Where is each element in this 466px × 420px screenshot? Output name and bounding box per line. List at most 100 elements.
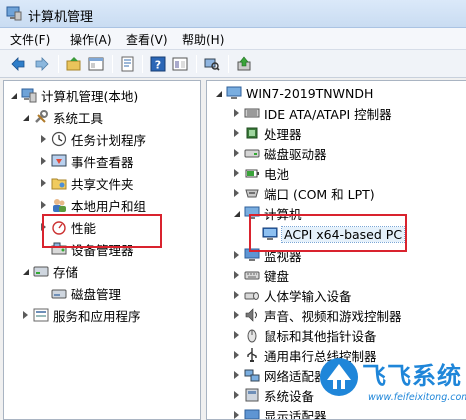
tools-icon: [33, 109, 49, 125]
storage-icon: [33, 263, 49, 279]
computer-name: WIN7-2019TNWNDH: [246, 85, 374, 101]
tree-item-label: 服务和应用程序: [53, 308, 141, 324]
tree-item-storage[interactable]: 存储: [20, 260, 78, 282]
expand-toggle[interactable]: [231, 390, 241, 400]
tree-item-label: 计算机管理(本地): [41, 88, 139, 104]
menu-bar: 文件(F) 操作(A) 查看(V) 帮助(H): [0, 28, 466, 50]
tree-item-system-tools[interactable]: 系统工具: [20, 106, 103, 128]
expand-toggle[interactable]: [231, 350, 241, 360]
device-category-hid[interactable]: 人体学输入设备: [231, 284, 352, 306]
device-category-label: 通用串行总线控制器: [264, 348, 377, 364]
forward-icon[interactable]: [32, 54, 52, 73]
up-folder-icon[interactable]: [64, 54, 84, 73]
expand-toggle[interactable]: [20, 310, 30, 320]
device-category-label: 电池: [264, 166, 290, 182]
console-tree: 计算机管理(本地) 系统工具 任务计划程序 事件查看器 共享文件夹 本地用户和组…: [3, 80, 201, 420]
tree-item-local-users-groups[interactable]: 本地用户和组: [38, 194, 146, 216]
show-tree-icon[interactable]: [86, 54, 106, 73]
expand-toggle[interactable]: [20, 266, 30, 276]
mouse-icon: [244, 327, 260, 343]
console-view-icon[interactable]: [170, 54, 190, 73]
tree-item-label: 事件查看器: [71, 154, 134, 170]
device-category-label: 磁盘驱动器: [264, 146, 327, 162]
back-icon[interactable]: [8, 54, 28, 73]
highlight-box-device-manager: [42, 214, 162, 248]
toolbar: ?: [0, 50, 466, 78]
ide-icon: [244, 105, 260, 121]
expand-toggle[interactable]: [20, 112, 30, 122]
device-category-usb[interactable]: 通用串行总线控制器: [231, 344, 377, 366]
device-category-label: 声音、视频和游戏控制器: [264, 308, 402, 324]
expand-toggle[interactable]: [231, 330, 241, 340]
device-category-mice[interactable]: 鼠标和其他指针设备: [231, 324, 377, 346]
menu-file[interactable]: 文件(F): [10, 31, 50, 48]
expand-toggle[interactable]: [231, 128, 241, 138]
menu-help[interactable]: 帮助(H): [182, 31, 224, 48]
event-viewer-icon: [51, 153, 67, 169]
device-category-label: 端口 (COM 和 LPT): [264, 186, 375, 202]
expand-toggle[interactable]: [231, 250, 241, 260]
tree-item-event-viewer[interactable]: 事件查看器: [38, 150, 134, 172]
network-icon: [244, 367, 260, 383]
tree-item-task-scheduler[interactable]: 任务计划程序: [38, 128, 146, 150]
expand-toggle[interactable]: [213, 88, 223, 98]
help-icon[interactable]: ?: [148, 54, 168, 73]
expand-toggle[interactable]: [8, 90, 18, 100]
expand-toggle[interactable]: [231, 108, 241, 118]
device-category-keyboards[interactable]: 键盘: [231, 264, 289, 286]
device-category-battery[interactable]: 电池: [231, 162, 289, 184]
device-category-label: 处理器: [264, 126, 302, 142]
computer-mgmt-icon: [21, 87, 37, 103]
expand-toggle[interactable]: [231, 370, 241, 380]
expand-toggle[interactable]: [231, 310, 241, 320]
tree-item-label: 磁盘管理: [71, 286, 122, 302]
device-category-ports[interactable]: 端口 (COM 和 LPT): [231, 182, 375, 204]
device-category-label: 系统设备: [264, 388, 315, 404]
device-category-display-adapters[interactable]: 显示适配器: [231, 404, 327, 420]
hid-icon: [244, 287, 260, 303]
expand-toggle[interactable]: [231, 208, 241, 218]
expand-toggle[interactable]: [38, 134, 48, 144]
device-category-network[interactable]: 网络适配器: [231, 364, 327, 386]
expand-toggle[interactable]: [231, 168, 241, 178]
port-icon: [244, 185, 260, 201]
expand-toggle[interactable]: [231, 410, 241, 419]
expand-toggle[interactable]: [38, 200, 48, 210]
device-category-label: IDE ATA/ATAPI 控制器: [264, 106, 392, 122]
expand-toggle[interactable]: [231, 148, 241, 158]
properties-icon[interactable]: [118, 54, 138, 73]
device-tree: WIN7-2019TNWNDH IDE ATA/ATAPI 控制器 处理器 磁盘…: [206, 80, 466, 420]
display-adapter-icon: [244, 407, 260, 419]
clock-icon: [51, 131, 67, 147]
expand-toggle[interactable]: [231, 188, 241, 198]
tree-item-computer-management[interactable]: 计算机管理(本地): [8, 84, 138, 106]
update-driver-icon[interactable]: [234, 54, 254, 73]
expand-toggle[interactable]: [38, 178, 48, 188]
tree-item-disk-management[interactable]: 磁盘管理: [38, 282, 121, 304]
tree-item-services-applications[interactable]: 服务和应用程序: [20, 304, 141, 326]
expand-toggle[interactable]: [231, 290, 241, 300]
menu-action[interactable]: 操作(A): [70, 31, 112, 48]
device-tree-root[interactable]: WIN7-2019TNWNDH: [213, 82, 373, 104]
device-category-processor[interactable]: 处理器: [231, 122, 302, 144]
device-category-label: 显示适配器: [264, 408, 327, 420]
device-category-ide[interactable]: IDE ATA/ATAPI 控制器: [231, 102, 392, 124]
tree-item-label: 系统工具: [53, 110, 104, 126]
tree-item-label: 存储: [53, 264, 79, 280]
tree-item-label: 共享文件夹: [71, 176, 134, 192]
services-icon: [33, 307, 49, 323]
sound-icon: [244, 307, 260, 323]
scan-icon[interactable]: [202, 54, 222, 73]
expand-toggle[interactable]: [38, 156, 48, 166]
system-devices-icon: [244, 387, 260, 403]
device-category-system-devices[interactable]: 系统设备: [231, 384, 314, 406]
tree-item-shared-folders[interactable]: 共享文件夹: [38, 172, 134, 194]
computer-mgmt-icon: [6, 6, 22, 21]
expand-toggle[interactable]: [231, 270, 241, 280]
svg-text:?: ?: [155, 58, 161, 71]
device-category-sound[interactable]: 声音、视频和游戏控制器: [231, 304, 402, 326]
device-category-disk-drives[interactable]: 磁盘驱动器: [231, 142, 327, 164]
highlight-box-acpi-pc: [249, 214, 407, 252]
menu-view[interactable]: 查看(V): [126, 31, 168, 48]
tree-item-label: 任务计划程序: [71, 132, 147, 148]
